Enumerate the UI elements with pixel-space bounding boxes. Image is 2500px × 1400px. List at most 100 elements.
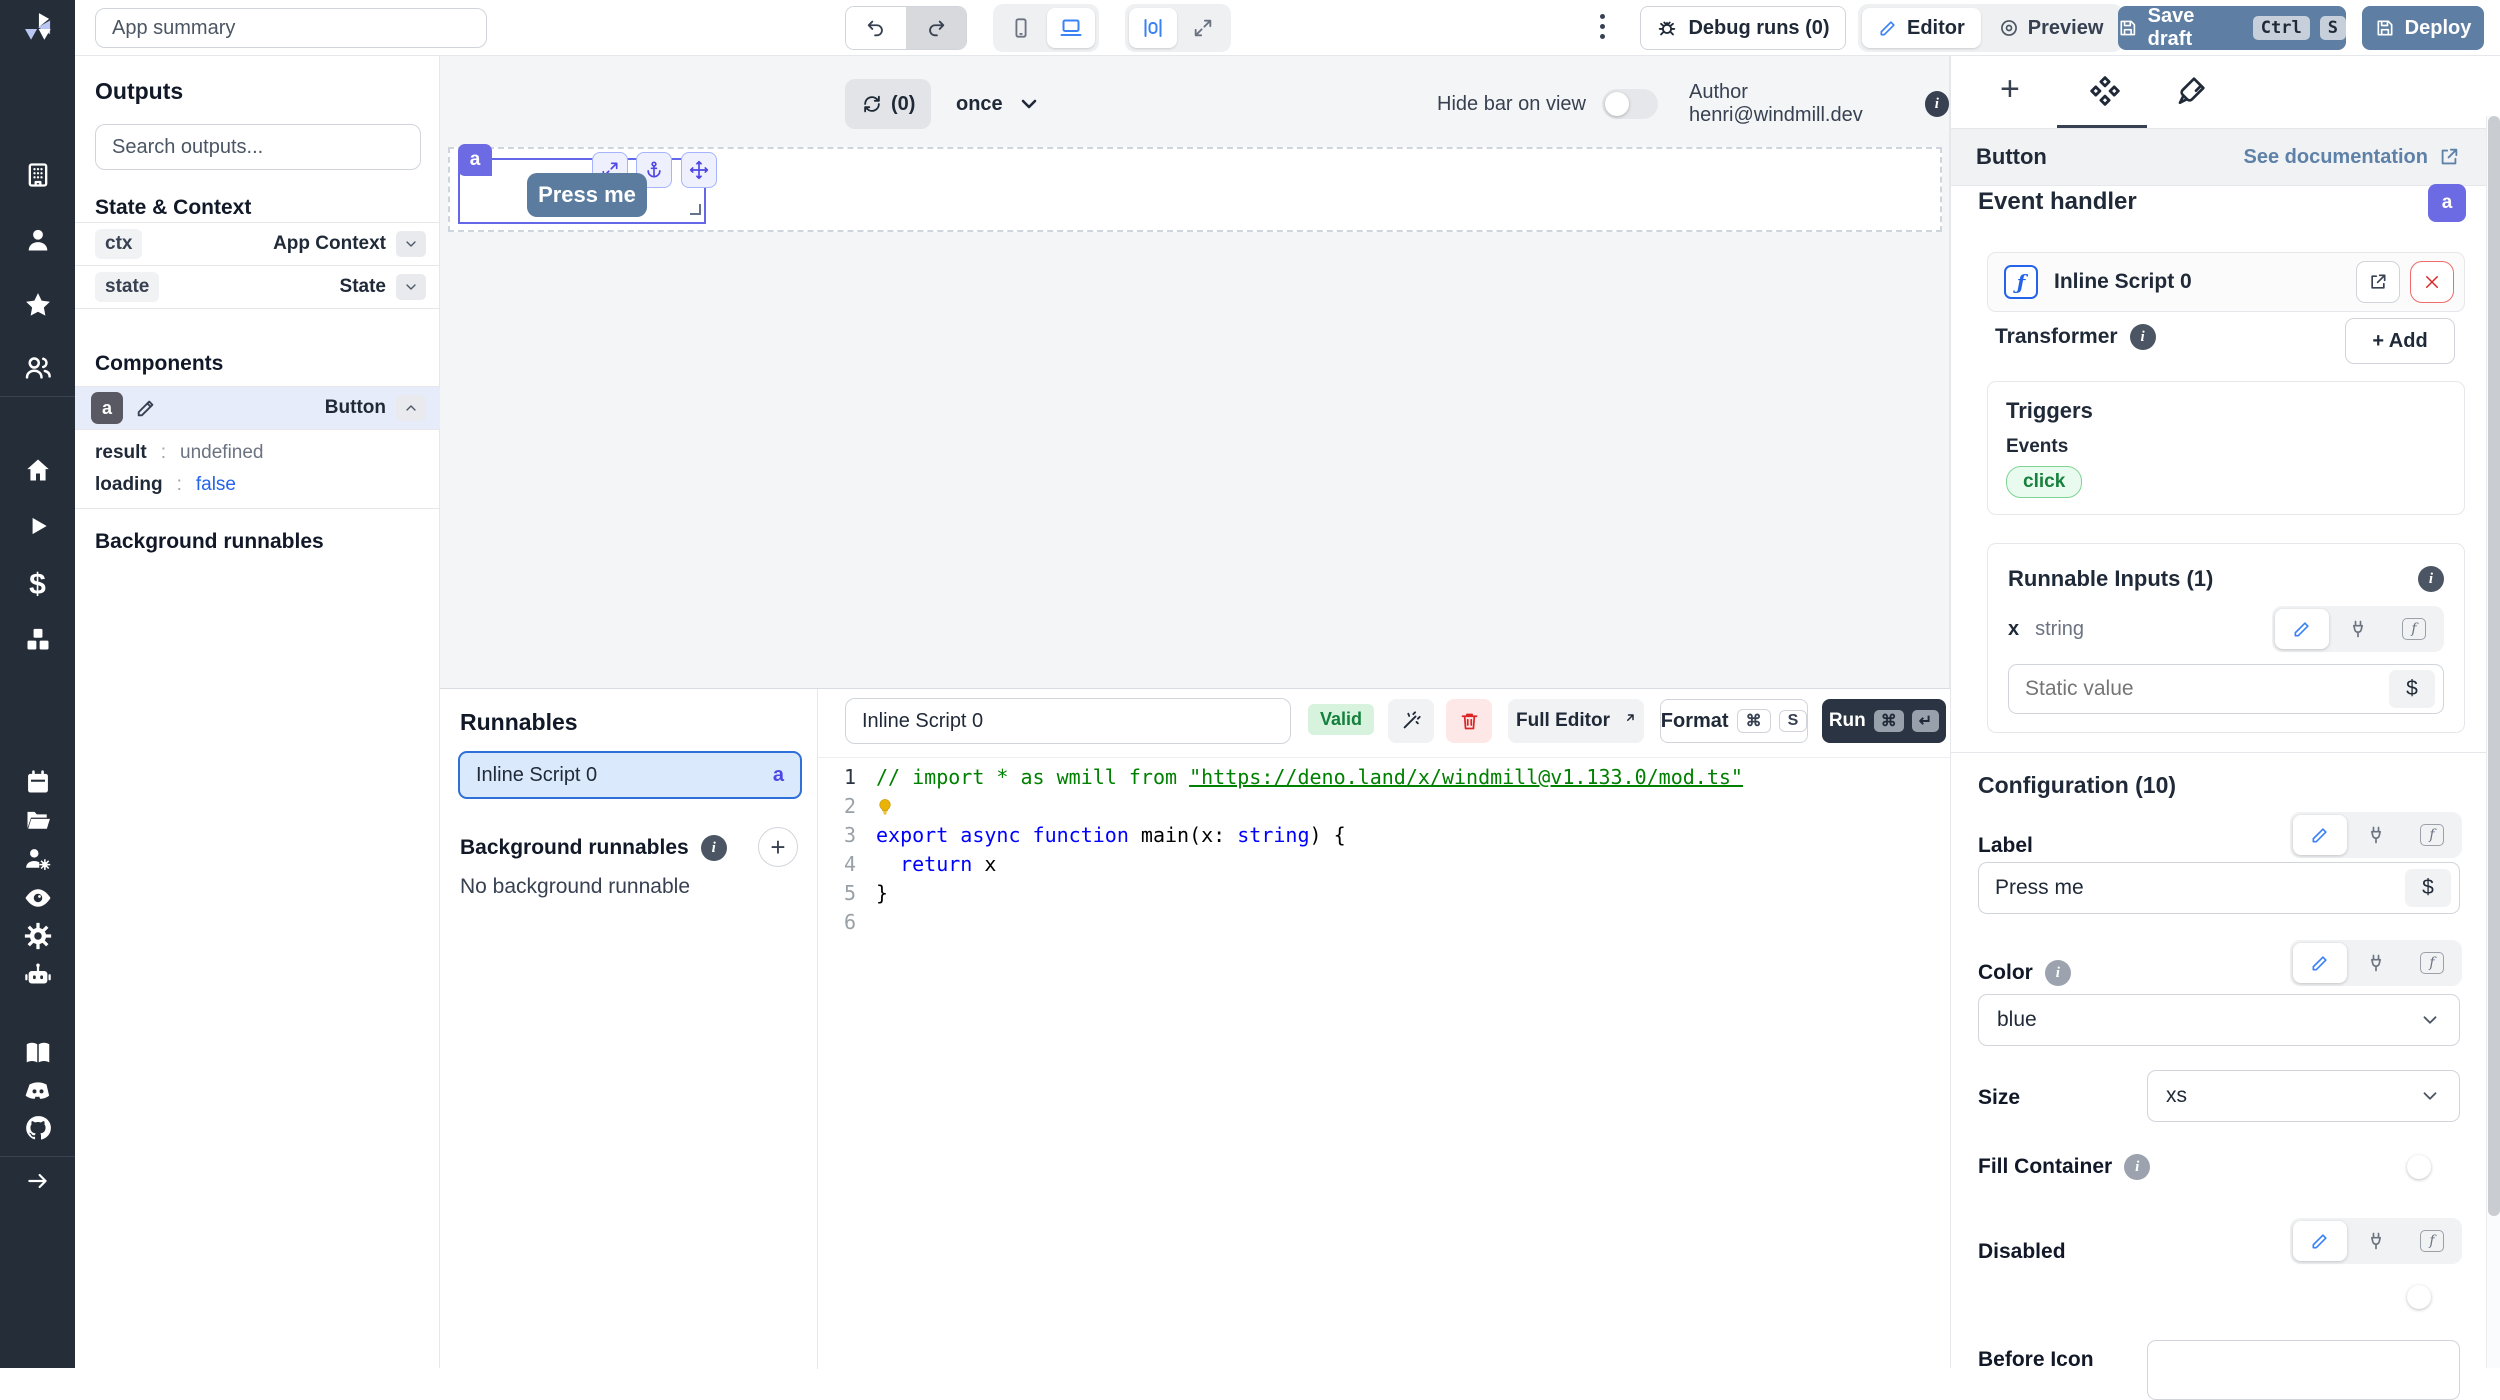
info-icon[interactable]: i [701, 835, 727, 861]
more-options-button[interactable] [1600, 14, 1606, 39]
fullscreen-button[interactable] [1179, 8, 1227, 48]
info-icon[interactable]: i [2130, 324, 2156, 350]
app-logo[interactable] [0, 0, 75, 56]
editor-tab[interactable]: Editor [1862, 8, 1981, 48]
refresh-mode-dropdown[interactable]: once [956, 79, 1041, 129]
loading-row[interactable]: loading : false [95, 474, 236, 496]
edit-pencil-icon[interactable] [135, 397, 157, 419]
info-icon[interactable]: i [2418, 566, 2444, 592]
eval-mode-button[interactable]: f [2387, 609, 2441, 649]
connect-mode-button[interactable] [2349, 815, 2403, 855]
template-var-button[interactable]: $ [2405, 869, 2451, 907]
deploy-button[interactable]: Deploy [2362, 6, 2484, 50]
search-outputs-input[interactable] [95, 124, 421, 170]
format-button[interactable]: Format ⌘ S [1660, 699, 1808, 743]
function-icon: ƒ [2004, 265, 2038, 299]
refresh-icon [861, 93, 883, 115]
before-icon-select[interactable] [2147, 1340, 2460, 1400]
sidebar-item-schedules[interactable] [0, 768, 75, 796]
eval-mode-button[interactable]: f [2405, 815, 2459, 855]
open-script-button[interactable] [2356, 261, 2400, 303]
sidebar-item-audit-logs[interactable] [0, 883, 75, 913]
static-value-field[interactable]: $ [2008, 664, 2444, 714]
move-handle[interactable] [681, 152, 717, 188]
component-collapse-button[interactable] [396, 395, 426, 421]
tab-component-settings[interactable] [2088, 74, 2122, 108]
static-value-input[interactable] [2025, 677, 2389, 701]
output-row-ctx[interactable]: ctx App Context [75, 223, 440, 266]
static-mode-button[interactable] [2293, 1221, 2347, 1261]
info-icon[interactable]: i [1925, 91, 1949, 117]
sidebar-item-docs[interactable] [0, 1038, 75, 1068]
static-mode-button[interactable] [2293, 943, 2347, 983]
result-row[interactable]: result : undefined [95, 442, 264, 464]
full-editor-button[interactable]: Full Editor [1508, 699, 1644, 743]
save-icon [2375, 18, 2395, 38]
static-mode-button[interactable] [2275, 609, 2329, 649]
static-mode-button[interactable] [2293, 815, 2347, 855]
sidebar-item-user[interactable] [0, 226, 75, 254]
sidebar-item-groups[interactable] [0, 353, 75, 383]
label-value-input[interactable] [1995, 876, 2405, 900]
save-draft-button[interactable]: Save draft Ctrl S [2118, 6, 2346, 50]
sidebar-item-folders[interactable] [0, 806, 75, 834]
delete-script-button[interactable] [1446, 699, 1492, 743]
sidebar-item-runs[interactable] [0, 513, 75, 539]
eval-mode-button[interactable]: f [2405, 1221, 2459, 1261]
sidebar-item-resources[interactable] [0, 626, 75, 654]
add-background-runnable-button[interactable]: + [758, 827, 798, 867]
script-name-input[interactable] [845, 698, 1291, 744]
info-icon[interactable]: i [2045, 960, 2071, 986]
sidebar-item-workspace[interactable] [0, 161, 75, 189]
tab-styling[interactable] [2176, 74, 2208, 106]
code-area[interactable]: 1// import * as wmill from "https://deno… [818, 757, 1950, 1369]
tab-insert-component[interactable]: + [2000, 70, 2020, 109]
sidebar-item-home[interactable] [0, 456, 75, 484]
ctx-expand-button[interactable] [396, 231, 426, 257]
connect-mode-button[interactable] [2349, 943, 2403, 983]
see-documentation-link[interactable]: See documentation [2244, 146, 2460, 169]
collapse-sidebar-button[interactable] [0, 1168, 75, 1194]
connect-mode-button[interactable] [2349, 1221, 2403, 1261]
label-value-field[interactable]: $ [1978, 862, 2460, 914]
runnable-item[interactable]: Inline Script 0 a [458, 751, 802, 799]
run-button[interactable]: Run ⌘ ↵ [1822, 699, 1946, 743]
lightbulb-icon[interactable] [876, 796, 894, 818]
app-canvas[interactable]: (0) once Hide bar on view Author henri@w… [440, 56, 1950, 688]
sidebar-item-discord[interactable] [0, 1076, 75, 1106]
output-row-state[interactable]: state State [75, 266, 440, 309]
sidebar-item-github[interactable] [0, 1113, 75, 1143]
desktop-view-button[interactable] [1047, 8, 1095, 48]
sidebar-item-favorites[interactable] [0, 290, 75, 320]
refresh-button[interactable]: (0) [845, 79, 931, 129]
redo-button[interactable] [906, 6, 966, 50]
preview-tab[interactable]: Preview [1983, 8, 2120, 48]
debug-runs-button[interactable]: Debug runs (0) [1640, 6, 1846, 50]
state-expand-button[interactable] [396, 274, 426, 300]
mobile-view-button[interactable] [997, 8, 1045, 48]
inline-script-card[interactable]: ƒ Inline Script 0 [1987, 252, 2465, 312]
sidebar-item-settings[interactable] [0, 921, 75, 951]
template-var-button[interactable]: $ [2389, 670, 2435, 708]
undo-button[interactable] [846, 6, 906, 50]
center-align-button[interactable] [1129, 8, 1177, 48]
info-icon[interactable]: i [2124, 1154, 2150, 1180]
app-summary-input[interactable] [95, 8, 487, 48]
color-select[interactable]: blue [1978, 994, 2460, 1046]
component-tag-tab[interactable]: a [458, 144, 492, 176]
sidebar-item-variables[interactable]: $ [0, 568, 75, 602]
remove-script-button[interactable] [2410, 261, 2454, 303]
eval-mode-button[interactable]: f [2405, 943, 2459, 983]
sidebar-item-workers[interactable] [0, 844, 75, 874]
connect-mode-button[interactable] [2331, 609, 2385, 649]
right-panel-scrollbar[interactable] [2486, 116, 2500, 1368]
hide-bar-toggle[interactable] [1602, 89, 1658, 119]
ai-assist-button[interactable] [1388, 699, 1434, 743]
sidebar-item-ai[interactable] [0, 961, 75, 991]
resize-corner-handle[interactable] [690, 204, 701, 215]
scrollbar-thumb[interactable] [2488, 116, 2500, 1216]
size-select[interactable]: xs [2147, 1070, 2460, 1122]
component-row-a[interactable]: a Button [75, 386, 440, 430]
add-transformer-button[interactable]: + Add [2345, 318, 2455, 364]
press-me-button[interactable]: Press me [527, 173, 647, 217]
